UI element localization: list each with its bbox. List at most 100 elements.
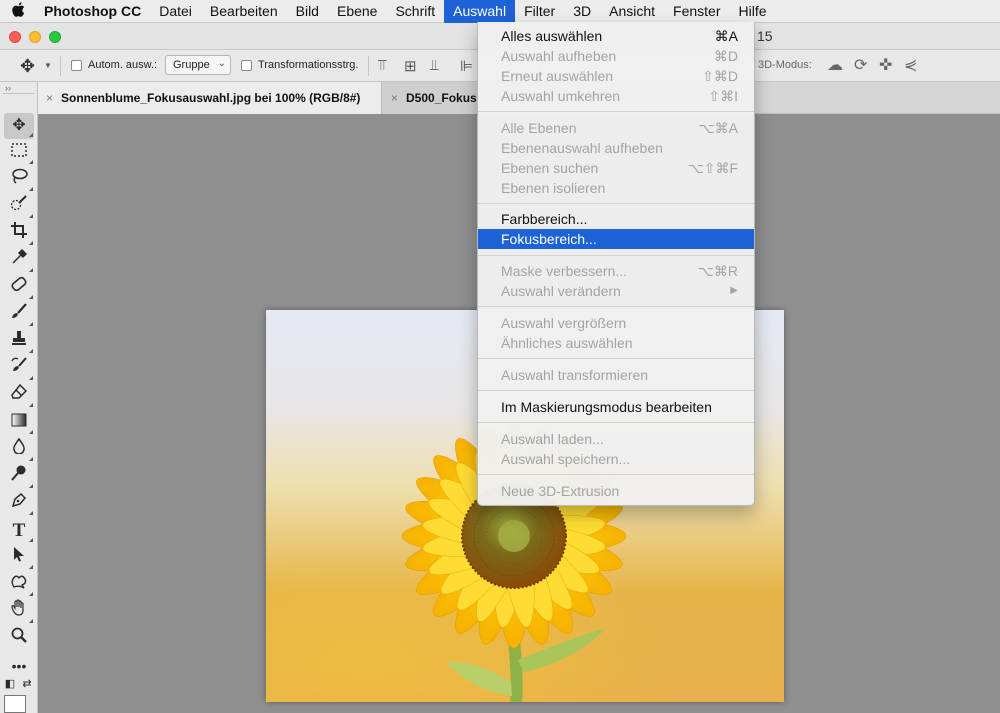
menu-item-auswahl-laden[interactable]: Auswahl laden...: [478, 429, 754, 449]
menu-item-alles-auswaehlen[interactable]: Alles auswählen ⌘A: [478, 26, 754, 46]
auto-select-target-value: Gruppe: [173, 59, 210, 71]
menu-item-auswahl-aufheben[interactable]: Auswahl aufheben ⌘D: [478, 46, 754, 66]
menu-item-label: Auswahl laden...: [501, 431, 604, 447]
align-bottom-icon[interactable]: ⫫: [430, 57, 438, 74]
menu-item-maske-verbessern[interactable]: Maske verbessern... ⌥⌘R: [478, 261, 754, 281]
tab-d500[interactable]: × D500_Fokus: [382, 82, 482, 114]
zoom-tool-icon[interactable]: [4, 626, 34, 652]
menu-item-label: Erneut auswählen: [501, 68, 614, 84]
menu-item-shortcut: ⌥⇧⌘F: [687, 160, 738, 176]
zoom-window-button[interactable]: [49, 31, 61, 43]
hand-tool-icon[interactable]: [4, 599, 34, 625]
marquee-tool-icon[interactable]: [4, 140, 34, 166]
menu-item-erneut-auswaehlen[interactable]: Erneut auswählen ⇧⌘D: [478, 66, 754, 86]
lasso-tool-icon[interactable]: [4, 167, 34, 193]
menu-separator: [478, 422, 754, 423]
menu-item-label: Ebenenauswahl aufheben: [501, 140, 663, 156]
tab-label: D500_Fokus: [406, 91, 477, 105]
history-brush-tool-icon[interactable]: [4, 356, 34, 382]
menu-item-neue-3d-extrusion[interactable]: Neue 3D-Extrusion: [478, 481, 754, 501]
close-icon[interactable]: ×: [46, 91, 53, 105]
menu-item-ebenen-suchen[interactable]: Ebenen suchen ⌥⇧⌘F: [478, 158, 754, 178]
pan-3d-icon[interactable]: ✜: [879, 55, 892, 75]
menu-item-label: Fokusbereich...: [501, 231, 597, 247]
blur-tool-icon[interactable]: [4, 437, 34, 463]
move-tool-icon[interactable]: ✥: [4, 113, 34, 139]
menu-schrift[interactable]: Schrift: [386, 0, 444, 23]
menu-item-label: Farbbereich...: [501, 211, 588, 227]
roll-3d-icon[interactable]: ⟳: [854, 55, 867, 75]
menu-bild[interactable]: Bild: [287, 0, 328, 23]
menu-item-label: Alles auswählen: [501, 28, 603, 44]
menu-app-photoshop[interactable]: Photoshop CC: [36, 0, 150, 23]
slide-3d-icon[interactable]: ⋞: [904, 55, 917, 75]
window-title: 15: [757, 28, 773, 44]
menu-item-auswahl-speichern[interactable]: Auswahl speichern...: [478, 449, 754, 469]
type-tool-icon[interactable]: T: [4, 518, 34, 544]
menu-ansicht[interactable]: Ansicht: [600, 0, 664, 23]
chevron-down-icon[interactable]: ▼: [44, 61, 52, 70]
quick-selection-tool-icon[interactable]: [4, 194, 34, 220]
minimize-window-button[interactable]: [29, 31, 41, 43]
menu-filter[interactable]: Filter: [515, 0, 564, 23]
dodge-tool-icon[interactable]: [4, 464, 34, 490]
align-top-icon[interactable]: ⫪: [378, 57, 386, 74]
eyedropper-tool-icon[interactable]: [4, 248, 34, 274]
custom-shape-tool-icon[interactable]: [4, 572, 34, 598]
menu-item-label: Maske verbessern...: [501, 263, 628, 279]
menu-item-shortcut: ⇧⌘D: [702, 68, 738, 84]
apple-icon[interactable]: [0, 1, 36, 21]
brush-tool-icon[interactable]: [4, 302, 34, 328]
eraser-tool-icon[interactable]: [4, 383, 34, 409]
clone-stamp-tool-icon[interactable]: [4, 329, 34, 355]
close-window-button[interactable]: [9, 31, 21, 43]
menu-bearbeiten[interactable]: Bearbeiten: [201, 0, 287, 23]
menu-item-label: Auswahl umkehren: [501, 88, 621, 104]
menu-item-label: Auswahl speichern...: [501, 451, 631, 467]
menu-item-auswahl-transformieren[interactable]: Auswahl transformieren: [478, 365, 754, 385]
transform-controls-checkbox[interactable]: [241, 60, 252, 71]
menu-3d[interactable]: 3D: [564, 0, 600, 23]
path-selection-tool-icon[interactable]: [4, 545, 34, 571]
menu-item-maskierungsmodus[interactable]: Im Maskierungsmodus bearbeiten: [478, 397, 754, 417]
menu-item-label: Auswahl verändern: [501, 283, 621, 299]
auto-select-target-select[interactable]: Gruppe ⌄: [165, 55, 231, 75]
healing-brush-tool-icon[interactable]: [4, 275, 34, 301]
default-colors-icon[interactable]: ◧: [2, 676, 18, 692]
menu-item-ebenen-isolieren[interactable]: Ebenen isolieren: [478, 178, 754, 198]
pen-tool-icon[interactable]: [4, 491, 34, 517]
auto-select-checkbox[interactable]: [71, 60, 82, 71]
menu-item-shortcut: ⌥⌘A: [698, 120, 738, 136]
divider: [60, 56, 61, 76]
transform-controls-label: Transformationsstrg.: [258, 59, 359, 71]
crop-tool-icon[interactable]: [4, 221, 34, 247]
align-left-icon[interactable]: ⊫: [460, 57, 473, 75]
gradient-tool-icon[interactable]: [4, 410, 34, 436]
menu-hilfe[interactable]: Hilfe: [730, 0, 776, 23]
foreground-color-swatch[interactable]: [4, 695, 26, 713]
menu-item-aehnliches-auswaehlen[interactable]: Ähnliches auswählen: [478, 333, 754, 353]
menu-item-auswahl-veraendern[interactable]: Auswahl verändern ▶: [478, 281, 754, 301]
menu-item-label: Im Maskierungsmodus bearbeiten: [501, 399, 712, 415]
tab-sonnenblume[interactable]: × Sonnenblume_Fokusauswahl.jpg bei 100% (…: [38, 82, 382, 114]
swap-colors-icon[interactable]: ⇄: [19, 676, 35, 692]
menu-item-label: Ähnliches auswählen: [501, 335, 633, 351]
menu-item-fokusbereich[interactable]: Fokusbereich...: [478, 229, 754, 249]
menu-item-alle-ebenen[interactable]: Alle Ebenen ⌥⌘A: [478, 118, 754, 138]
menu-item-auswahl-umkehren[interactable]: Auswahl umkehren ⇧⌘I: [478, 86, 754, 106]
menu-item-ebenenauswahl-aufheben[interactable]: Ebenenauswahl aufheben: [478, 138, 754, 158]
menu-item-farbbereich[interactable]: Farbbereich...: [478, 209, 754, 229]
orbit-3d-icon[interactable]: ☁: [827, 55, 843, 75]
menu-ebene[interactable]: Ebene: [328, 0, 386, 23]
align-vertical-center-icon[interactable]: ⊞: [404, 57, 417, 75]
menu-separator: [478, 255, 754, 256]
menu-item-auswahl-vergroessern[interactable]: Auswahl vergrößern: [478, 313, 754, 333]
menu-fenster[interactable]: Fenster: [664, 0, 729, 23]
menu-separator: [478, 306, 754, 307]
menu-item-label: Auswahl vergrößern: [501, 315, 627, 331]
collapse-panel-icon[interactable]: ››: [5, 83, 11, 93]
close-icon[interactable]: ×: [391, 91, 398, 105]
move-tool-preset-icon[interactable]: ✥: [20, 56, 35, 77]
menu-auswahl[interactable]: Auswahl: [444, 0, 516, 23]
menu-datei[interactable]: Datei: [150, 0, 201, 23]
